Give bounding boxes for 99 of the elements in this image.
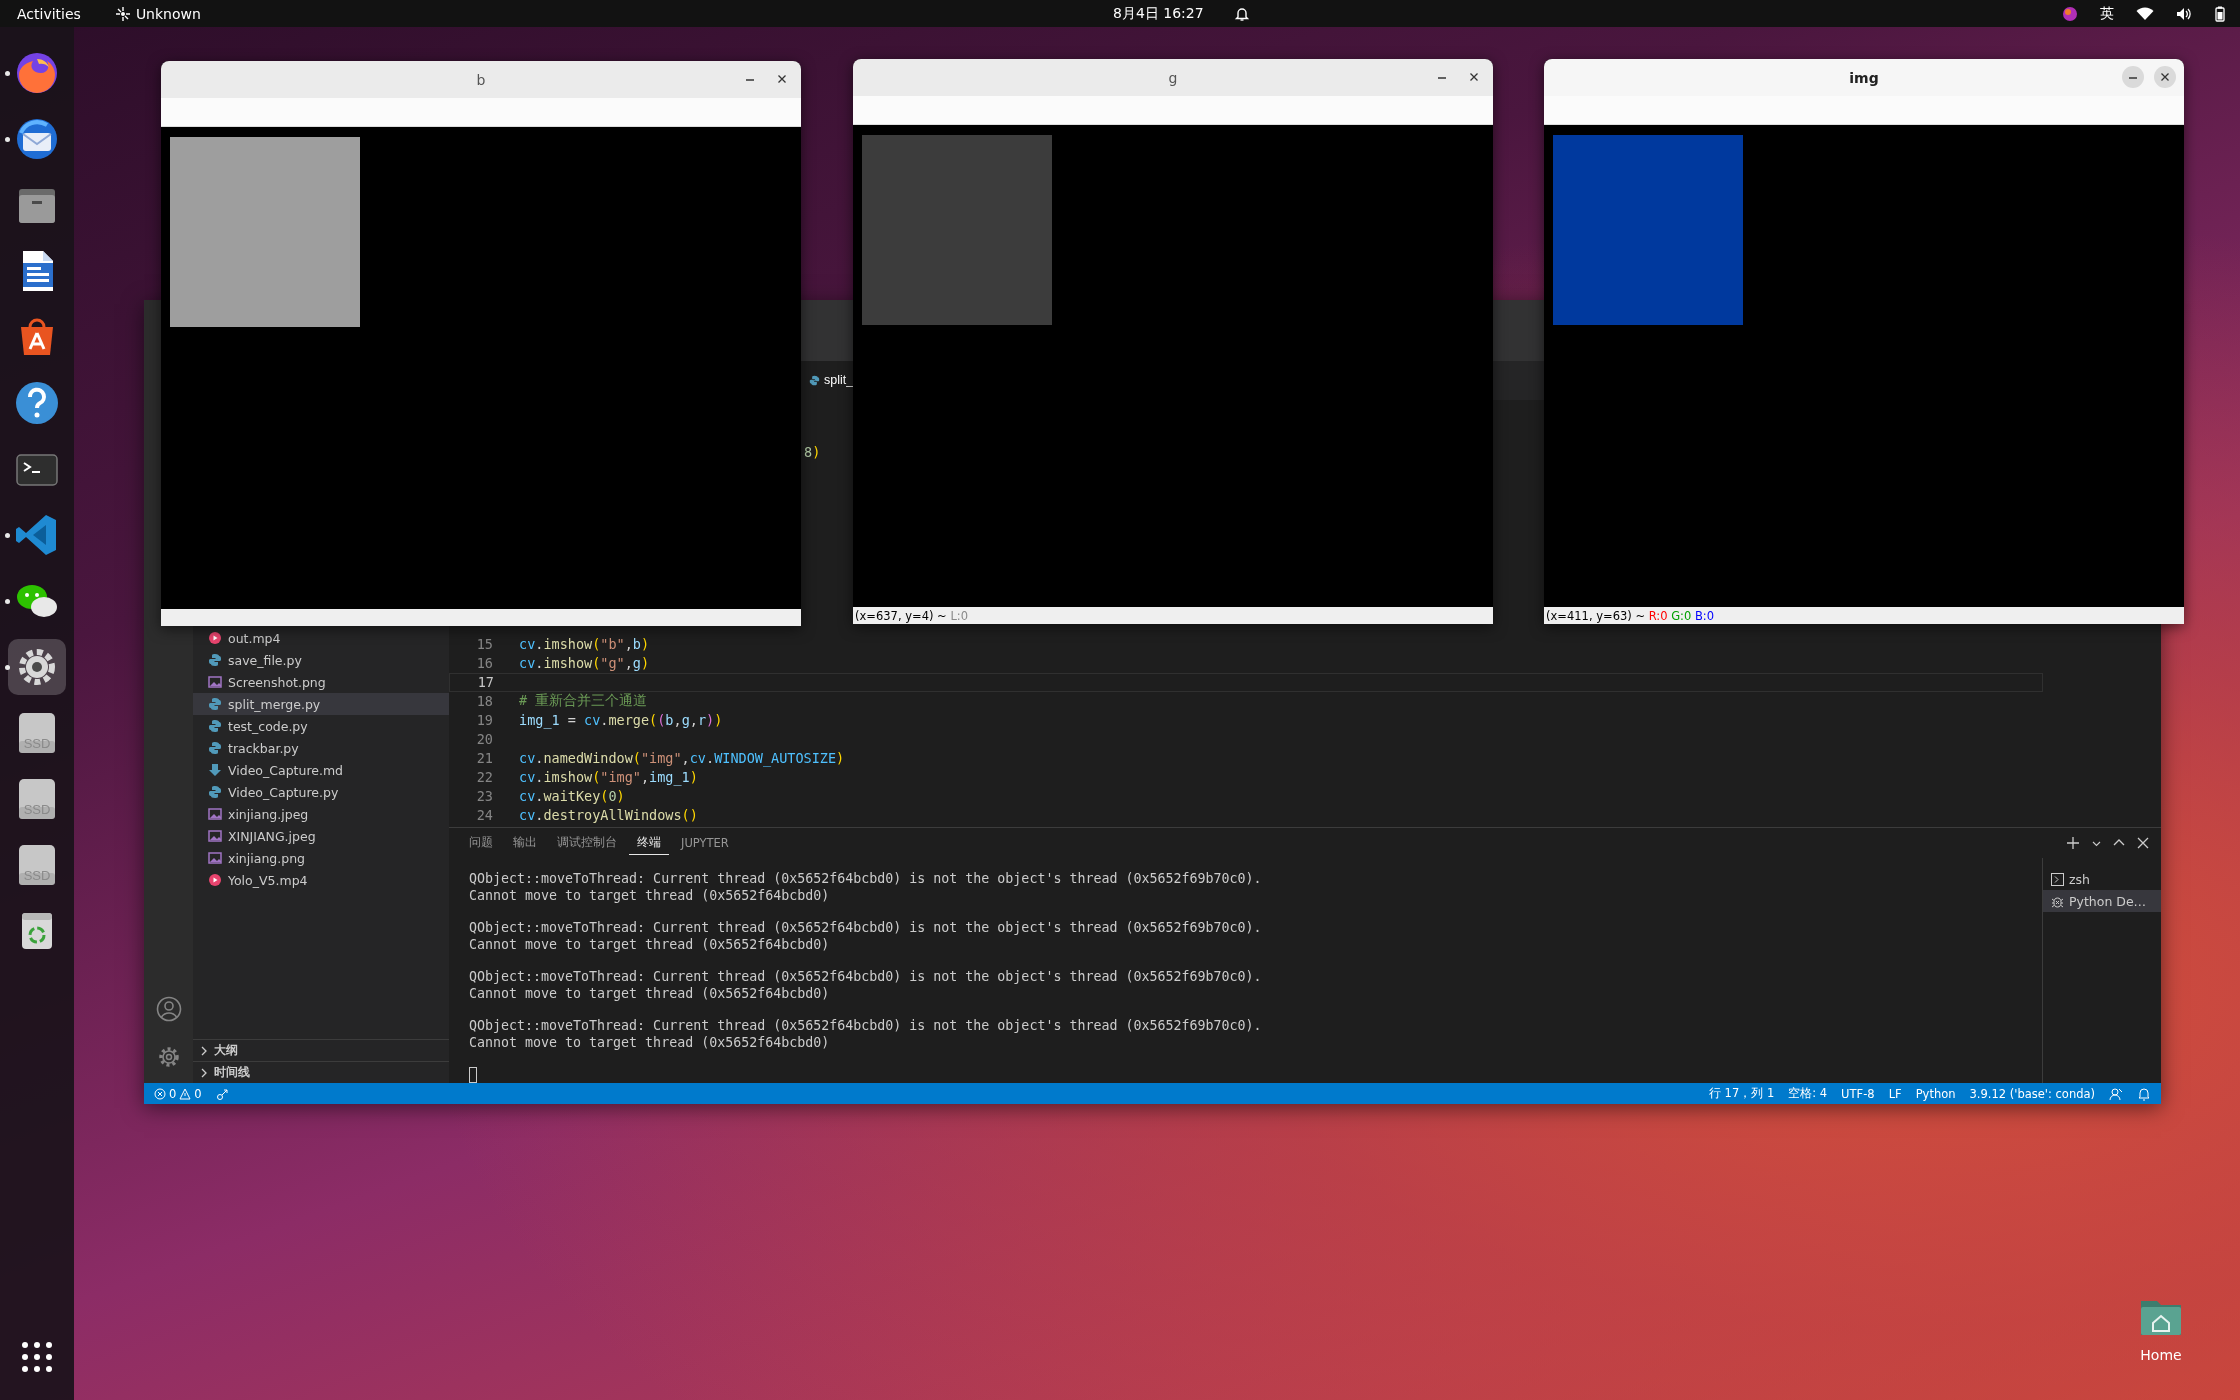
python-file-icon bbox=[208, 741, 222, 755]
file-item[interactable]: save_file.py bbox=[193, 649, 449, 671]
file-item[interactable]: Screenshot.png bbox=[193, 671, 449, 693]
terminal-line: Cannot move to target thread (0x5652f64bcbd0) bbox=[469, 887, 831, 904]
line-number: 16 bbox=[475, 655, 493, 672]
python-file-icon bbox=[208, 719, 222, 733]
code-line: img_1 = cv.merge((b,g,r)) bbox=[519, 712, 723, 729]
line-number: 15 bbox=[475, 636, 493, 653]
volume-icon[interactable] bbox=[2176, 6, 2192, 21]
close-icon[interactable] bbox=[2137, 837, 2149, 849]
python-file-icon bbox=[208, 653, 222, 667]
terminal-line: Cannot move to target thread (0x5652f64bcbd0) bbox=[469, 985, 831, 1002]
file-item[interactable]: test_code.py bbox=[193, 715, 449, 737]
close-icon[interactable] bbox=[2154, 66, 2176, 88]
status-item[interactable]: 空格: 4 bbox=[1788, 1086, 1828, 1101]
line-number: 19 bbox=[475, 712, 493, 729]
image-file-icon bbox=[208, 675, 222, 689]
input-method[interactable]: 英 bbox=[2100, 4, 2114, 23]
panel-tab[interactable]: JUPYTER bbox=[673, 831, 737, 855]
app-icon bbox=[114, 5, 131, 22]
code-line: cv.waitKey(0) bbox=[519, 788, 625, 805]
line-number: 23 bbox=[475, 788, 493, 805]
bug-icon bbox=[2051, 894, 2064, 908]
panel-tab[interactable]: 问题 bbox=[461, 831, 501, 855]
terminal-line: QObject::moveToThread: Current thread (0x5652f64bcbd0) is not the object's thread (0x5652f69b70c0). bbox=[469, 871, 1263, 888]
color-picker-icon[interactable] bbox=[2062, 5, 2078, 22]
status-item[interactable]: LF bbox=[1888, 1086, 1902, 1101]
code-line: cv.imshow("g",g) bbox=[519, 655, 650, 672]
battery-icon[interactable] bbox=[2214, 5, 2226, 22]
window-title: img bbox=[1849, 69, 1879, 86]
terminal-item[interactable]: zsh bbox=[2043, 868, 2161, 890]
terminal-icon bbox=[2051, 872, 2064, 886]
window-title: g bbox=[1168, 69, 1178, 86]
file-item[interactable]: xinjiang.jpeg bbox=[193, 803, 449, 825]
wifi-icon[interactable] bbox=[2136, 6, 2154, 21]
status-item[interactable]: UTF-8 bbox=[1841, 1086, 1875, 1101]
video-file-icon bbox=[208, 631, 222, 645]
status-item[interactable]: 3.9.12 ('base': conda) bbox=[1969, 1086, 2095, 1101]
app-menu[interactable]: Unknown bbox=[135, 5, 201, 22]
terminal-line: Cannot move to target thread (0x5652f64bcbd0) bbox=[469, 936, 831, 953]
activities-button[interactable]: Activities bbox=[17, 5, 81, 22]
panel-tab[interactable]: 终端 bbox=[629, 831, 669, 855]
section-header[interactable]: 大纲 bbox=[193, 1039, 449, 1061]
markdown-file-icon bbox=[208, 763, 222, 777]
file-item[interactable]: split_merge.py bbox=[193, 693, 449, 715]
file-item[interactable]: Yolo_V5.mp4 bbox=[193, 869, 449, 891]
status-item[interactable]: 行 17，列 1 bbox=[1708, 1086, 1775, 1101]
code-line: cv.destroyAllWindows() bbox=[519, 807, 698, 824]
feedback-icon[interactable] bbox=[2109, 1086, 2123, 1101]
add-icon[interactable] bbox=[2066, 836, 2080, 850]
image-file-icon bbox=[208, 851, 222, 865]
python-file-icon bbox=[208, 785, 222, 799]
image-file-icon bbox=[208, 807, 222, 821]
image-file-icon bbox=[208, 829, 222, 843]
line-number: 18 bbox=[475, 693, 493, 710]
editor-tab[interactable]: split_ bbox=[800, 360, 854, 400]
file-item[interactable]: out.mp4 bbox=[193, 627, 449, 649]
terminal-line: Cannot move to target thread (0x5652f64bcbd0) bbox=[469, 1034, 831, 1051]
line-number: 24 bbox=[475, 807, 493, 824]
pixel-info: (x=411, y=63) ~ R:0 G:0 B:0 bbox=[1546, 608, 1715, 623]
file-item[interactable]: xinjiang.png bbox=[193, 847, 449, 869]
file-item[interactable]: Video_Capture.py bbox=[193, 781, 449, 803]
pixel-info: (x=637, y=4) ~ L:0 bbox=[855, 608, 968, 623]
file-item[interactable]: Video_Capture.md bbox=[193, 759, 449, 781]
code-line: cv.namedWindow("img",cv.WINDOW_AUTOSIZE) bbox=[519, 750, 845, 767]
panel-tab[interactable]: 输出 bbox=[505, 831, 545, 855]
code-fragment: 8) bbox=[804, 444, 821, 461]
python-file-icon bbox=[208, 697, 222, 711]
line-number: 20 bbox=[475, 731, 493, 748]
video-file-icon bbox=[208, 873, 222, 887]
terminal-item[interactable]: Python De… bbox=[2043, 890, 2161, 912]
notification-icon[interactable] bbox=[2137, 1086, 2151, 1101]
window-title: b bbox=[476, 71, 486, 88]
clock[interactable]: 8月4日 16:27 bbox=[1113, 4, 1204, 23]
minimize-icon[interactable] bbox=[2122, 66, 2144, 88]
code-line: # 重新合并三个通道 bbox=[519, 692, 648, 711]
line-number: 21 bbox=[475, 750, 493, 767]
alarm-icon bbox=[1233, 5, 1250, 22]
account-icon[interactable] bbox=[155, 996, 182, 1022]
terminal-line: QObject::moveToThread: Current thread (0x5652f64bcbd0) is not the object's thread (0x5652f69b70c0). bbox=[469, 920, 1263, 937]
python-file-icon bbox=[809, 374, 820, 386]
terminal-cursor bbox=[469, 1067, 477, 1083]
remote-icon[interactable] bbox=[215, 1086, 230, 1101]
problems-status[interactable]: 0 0 bbox=[154, 1086, 202, 1101]
file-item[interactable]: XINJIANG.jpeg bbox=[193, 825, 449, 847]
chevron-icon bbox=[199, 1067, 209, 1078]
panel-tab[interactable]: 调试控制台 bbox=[549, 831, 625, 855]
line-number: 22 bbox=[475, 769, 493, 786]
chevron-icon bbox=[199, 1045, 209, 1056]
terminal-line: QObject::moveToThread: Current thread (0x5652f64bcbd0) is not the object's thread (0x5652f69b70c0). bbox=[469, 969, 1263, 986]
code-line: cv.imshow("img",img_1) bbox=[519, 769, 698, 786]
file-item[interactable]: trackbar.py bbox=[193, 737, 449, 759]
warning-icon bbox=[179, 1087, 192, 1100]
line-number: 17 bbox=[476, 674, 494, 691]
status-item[interactable]: Python bbox=[1915, 1086, 1956, 1101]
error-icon bbox=[154, 1087, 166, 1100]
settings-icon[interactable] bbox=[8, 639, 66, 695]
code-line: cv.imshow("b",b) bbox=[519, 636, 650, 653]
terminal-line: QObject::moveToThread: Current thread (0x5652f64bcbd0) is not the object's thread (0x5652f69b70c0). bbox=[469, 1018, 1263, 1035]
